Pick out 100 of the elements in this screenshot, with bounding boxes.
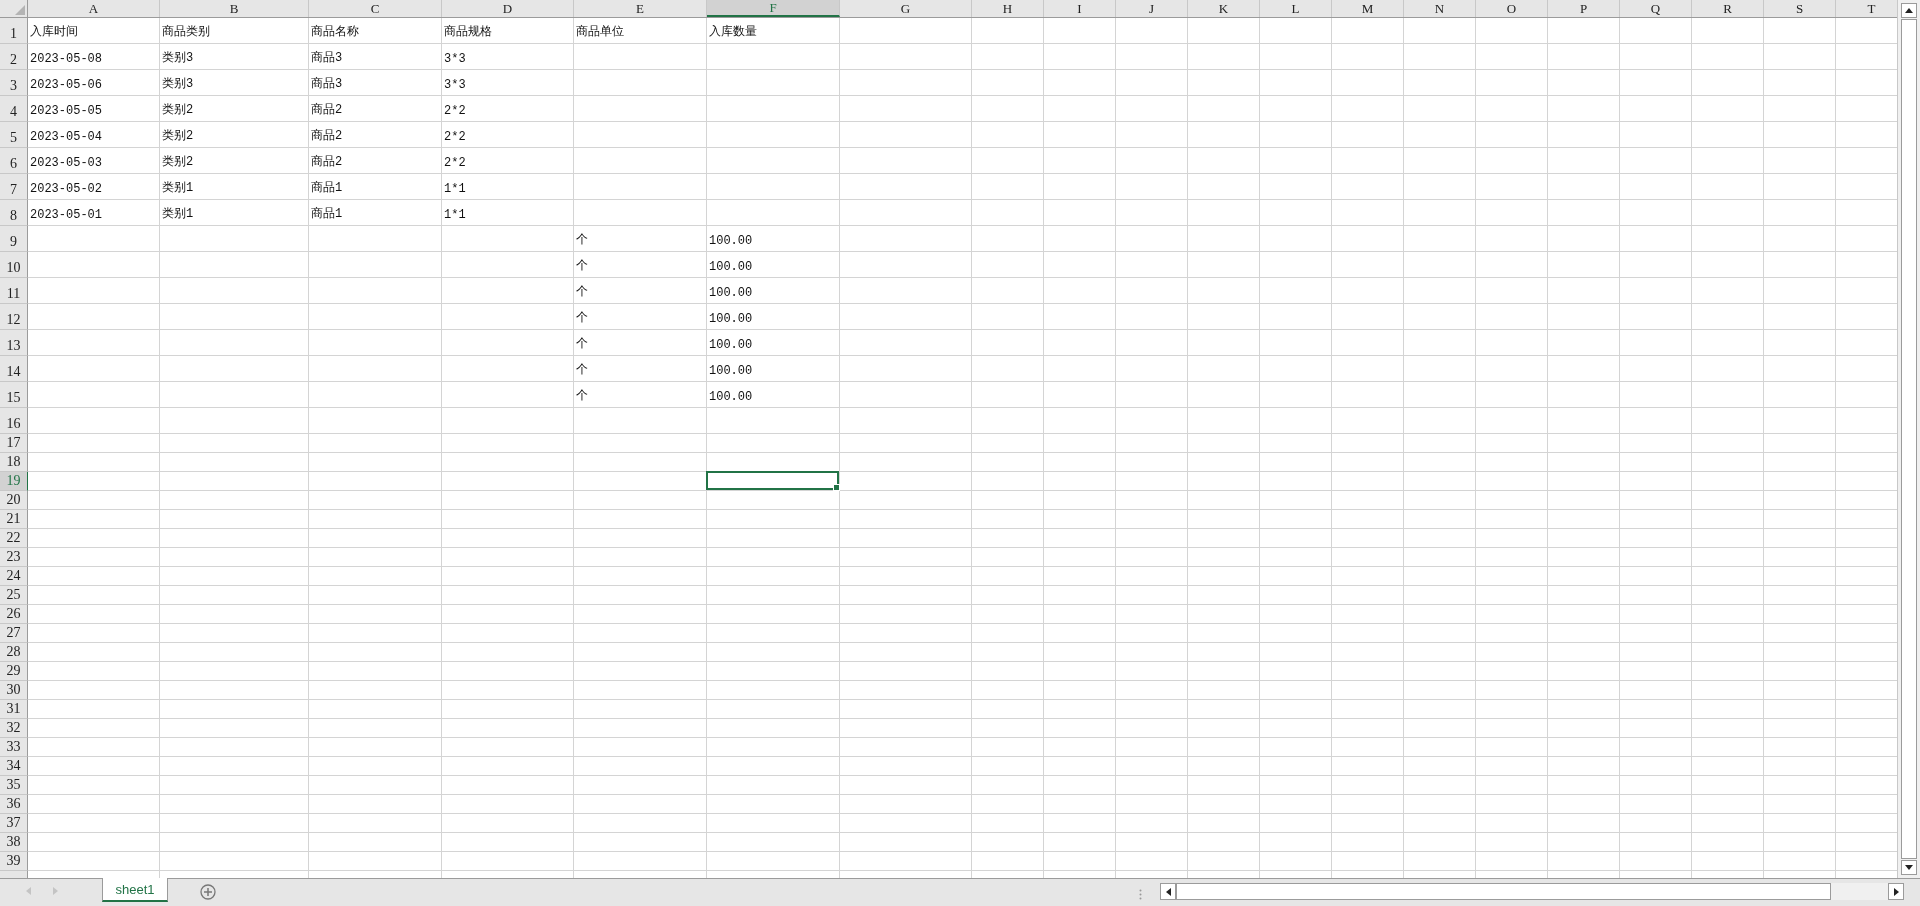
row-header[interactable]: 16 xyxy=(0,408,28,434)
table-cell[interactable]: 入库数量 xyxy=(707,18,840,44)
table-cell[interactable]: 100.00 xyxy=(707,330,840,356)
column-header[interactable]: O xyxy=(1476,0,1548,17)
row-header[interactable]: 22 xyxy=(0,529,28,548)
column-header[interactable]: D xyxy=(442,0,574,17)
table-cell[interactable]: 100.00 xyxy=(707,278,840,304)
table-cell[interactable]: 100.00 xyxy=(707,226,840,252)
table-cell[interactable]: 2023-05-02 xyxy=(28,174,160,200)
column-header[interactable]: H xyxy=(972,0,1044,17)
row-header[interactable]: 27 xyxy=(0,624,28,643)
column-header[interactable]: M xyxy=(1332,0,1404,17)
row-header[interactable]: 35 xyxy=(0,776,28,795)
column-header[interactable]: N xyxy=(1404,0,1476,17)
scroll-right-icon[interactable] xyxy=(1888,883,1904,900)
table-cell[interactable]: 2*2 xyxy=(442,148,574,174)
row-header[interactable]: 38 xyxy=(0,833,28,852)
scroll-down-icon[interactable] xyxy=(1901,860,1917,875)
column-header[interactable]: F xyxy=(707,0,840,17)
row-header[interactable]: 34 xyxy=(0,757,28,776)
table-cell[interactable]: 类别2 xyxy=(160,148,309,174)
row-header[interactable]: 31 xyxy=(0,700,28,719)
column-header[interactable]: C xyxy=(309,0,442,17)
scroll-left-icon[interactable] xyxy=(1160,883,1176,900)
table-cell[interactable]: 个 xyxy=(574,330,707,356)
table-cell[interactable]: 商品3 xyxy=(309,70,442,96)
table-cell[interactable]: 个 xyxy=(574,226,707,252)
table-cell[interactable]: 商品名称 xyxy=(309,18,442,44)
select-all-icon[interactable] xyxy=(15,5,25,15)
table-cell[interactable]: 商品单位 xyxy=(574,18,707,44)
table-cell[interactable]: 类别3 xyxy=(160,70,309,96)
table-cell[interactable]: 商品1 xyxy=(309,200,442,226)
row-header[interactable]: 32 xyxy=(0,719,28,738)
table-cell[interactable]: 类别3 xyxy=(160,44,309,70)
row-header[interactable]: 4 xyxy=(0,96,28,122)
table-cell[interactable]: 100.00 xyxy=(707,252,840,278)
row-header[interactable]: 2 xyxy=(0,44,28,70)
row-header[interactable]: 9 xyxy=(0,226,28,252)
row-header[interactable]: 37 xyxy=(0,814,28,833)
table-cell[interactable]: 2023-05-05 xyxy=(28,96,160,122)
table-cell[interactable]: 商品1 xyxy=(309,174,442,200)
row-header[interactable]: 24 xyxy=(0,567,28,586)
row-header[interactable]: 10 xyxy=(0,252,28,278)
row-header[interactable]: 30 xyxy=(0,681,28,700)
column-header[interactable]: P xyxy=(1548,0,1620,17)
row-header[interactable]: 3 xyxy=(0,70,28,96)
row-header[interactable]: 28 xyxy=(0,643,28,662)
column-header[interactable]: Q xyxy=(1620,0,1692,17)
table-cell[interactable]: 100.00 xyxy=(707,382,840,408)
column-header[interactable]: K xyxy=(1188,0,1260,17)
column-header[interactable]: L xyxy=(1260,0,1332,17)
column-header[interactable]: B xyxy=(160,0,309,17)
row-header[interactable]: 29 xyxy=(0,662,28,681)
table-cell[interactable]: 100.00 xyxy=(707,304,840,330)
table-cell[interactable]: 商品2 xyxy=(309,148,442,174)
row-header[interactable]: 17 xyxy=(0,434,28,453)
column-header[interactable]: S xyxy=(1764,0,1836,17)
table-cell[interactable]: 商品2 xyxy=(309,96,442,122)
row-header[interactable]: 36 xyxy=(0,795,28,814)
next-sheet-icon[interactable] xyxy=(53,887,58,895)
table-cell[interactable]: 入库时间 xyxy=(28,18,160,44)
table-cell[interactable]: 2*2 xyxy=(442,96,574,122)
column-header[interactable]: R xyxy=(1692,0,1764,17)
row-header[interactable]: 15 xyxy=(0,382,28,408)
table-cell[interactable]: 个 xyxy=(574,382,707,408)
column-header[interactable]: J xyxy=(1116,0,1188,17)
row-header[interactable]: 33 xyxy=(0,738,28,757)
table-cell[interactable]: 3*3 xyxy=(442,70,574,96)
table-cell[interactable]: 2023-05-08 xyxy=(28,44,160,70)
column-header[interactable]: I xyxy=(1044,0,1116,17)
row-header[interactable]: 6 xyxy=(0,148,28,174)
table-cell[interactable]: 类别2 xyxy=(160,96,309,122)
sheet-tab[interactable]: sheet1 xyxy=(102,878,168,902)
table-cell[interactable]: 商品规格 xyxy=(442,18,574,44)
row-header[interactable]: 13 xyxy=(0,330,28,356)
column-header[interactable]: A xyxy=(28,0,160,17)
row-header[interactable]: 21 xyxy=(0,510,28,529)
table-cell[interactable]: 商品3 xyxy=(309,44,442,70)
table-cell[interactable]: 2023-05-04 xyxy=(28,122,160,148)
table-cell[interactable]: 类别1 xyxy=(160,200,309,226)
table-cell[interactable]: 1*1 xyxy=(442,200,574,226)
add-sheet-icon[interactable] xyxy=(200,884,216,900)
splitter-icon[interactable] xyxy=(1139,889,1142,900)
row-header[interactable]: 12 xyxy=(0,304,28,330)
row-header[interactable]: 23 xyxy=(0,548,28,567)
table-cell[interactable]: 3*3 xyxy=(442,44,574,70)
row-header[interactable]: 5 xyxy=(0,122,28,148)
table-cell[interactable]: 商品类别 xyxy=(160,18,309,44)
row-header[interactable]: 1 xyxy=(0,18,28,44)
table-cell[interactable]: 个 xyxy=(574,304,707,330)
table-cell[interactable]: 个 xyxy=(574,278,707,304)
row-header[interactable]: 18 xyxy=(0,453,28,472)
table-cell[interactable]: 2023-05-01 xyxy=(28,200,160,226)
scrollbar-thumb[interactable] xyxy=(1901,19,1917,859)
row-header[interactable]: 26 xyxy=(0,605,28,624)
table-cell[interactable]: 类别2 xyxy=(160,122,309,148)
scroll-up-icon[interactable] xyxy=(1901,3,1917,18)
row-header[interactable]: 25 xyxy=(0,586,28,605)
row-header[interactable]: 20 xyxy=(0,491,28,510)
column-header[interactable]: G xyxy=(840,0,972,17)
